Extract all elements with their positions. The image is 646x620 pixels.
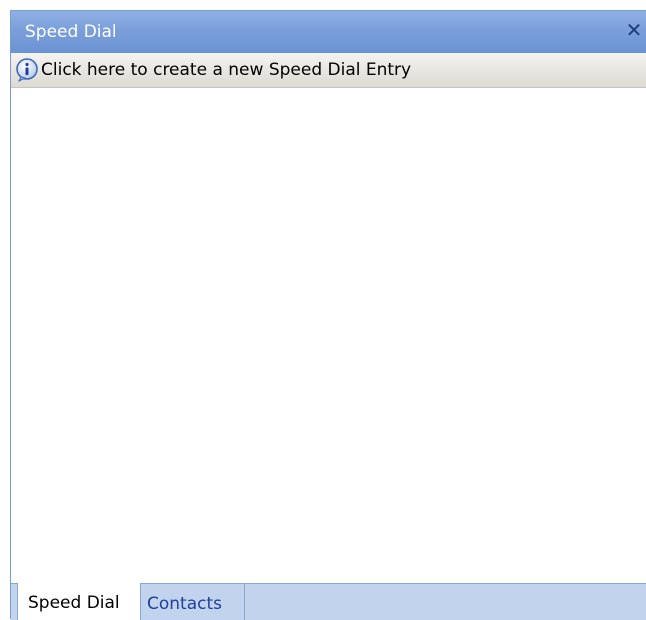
create-entry-link[interactable]: Click here to create a new Speed Dial En…: [41, 60, 411, 80]
tab-contacts[interactable]: Contacts: [141, 584, 245, 620]
create-speed-dial-entry-bar[interactable]: Click here to create a new Speed Dial En…: [11, 53, 646, 88]
close-icon[interactable]: ✕: [624, 20, 644, 40]
tab-label: Contacts: [147, 594, 222, 614]
speed-dial-panel: Speed Dial ✕ Click here to create a new …: [10, 10, 646, 620]
tab-label: Speed Dial: [28, 593, 120, 613]
tab-speed-dial[interactable]: Speed Dial: [17, 583, 141, 620]
speed-dial-list[interactable]: [11, 88, 646, 583]
panel-title-bar: Speed Dial ✕: [11, 11, 646, 53]
panel-title: Speed Dial: [25, 22, 117, 42]
info-icon: [16, 58, 38, 82]
tab-strip: Speed Dial Contacts: [11, 583, 646, 620]
